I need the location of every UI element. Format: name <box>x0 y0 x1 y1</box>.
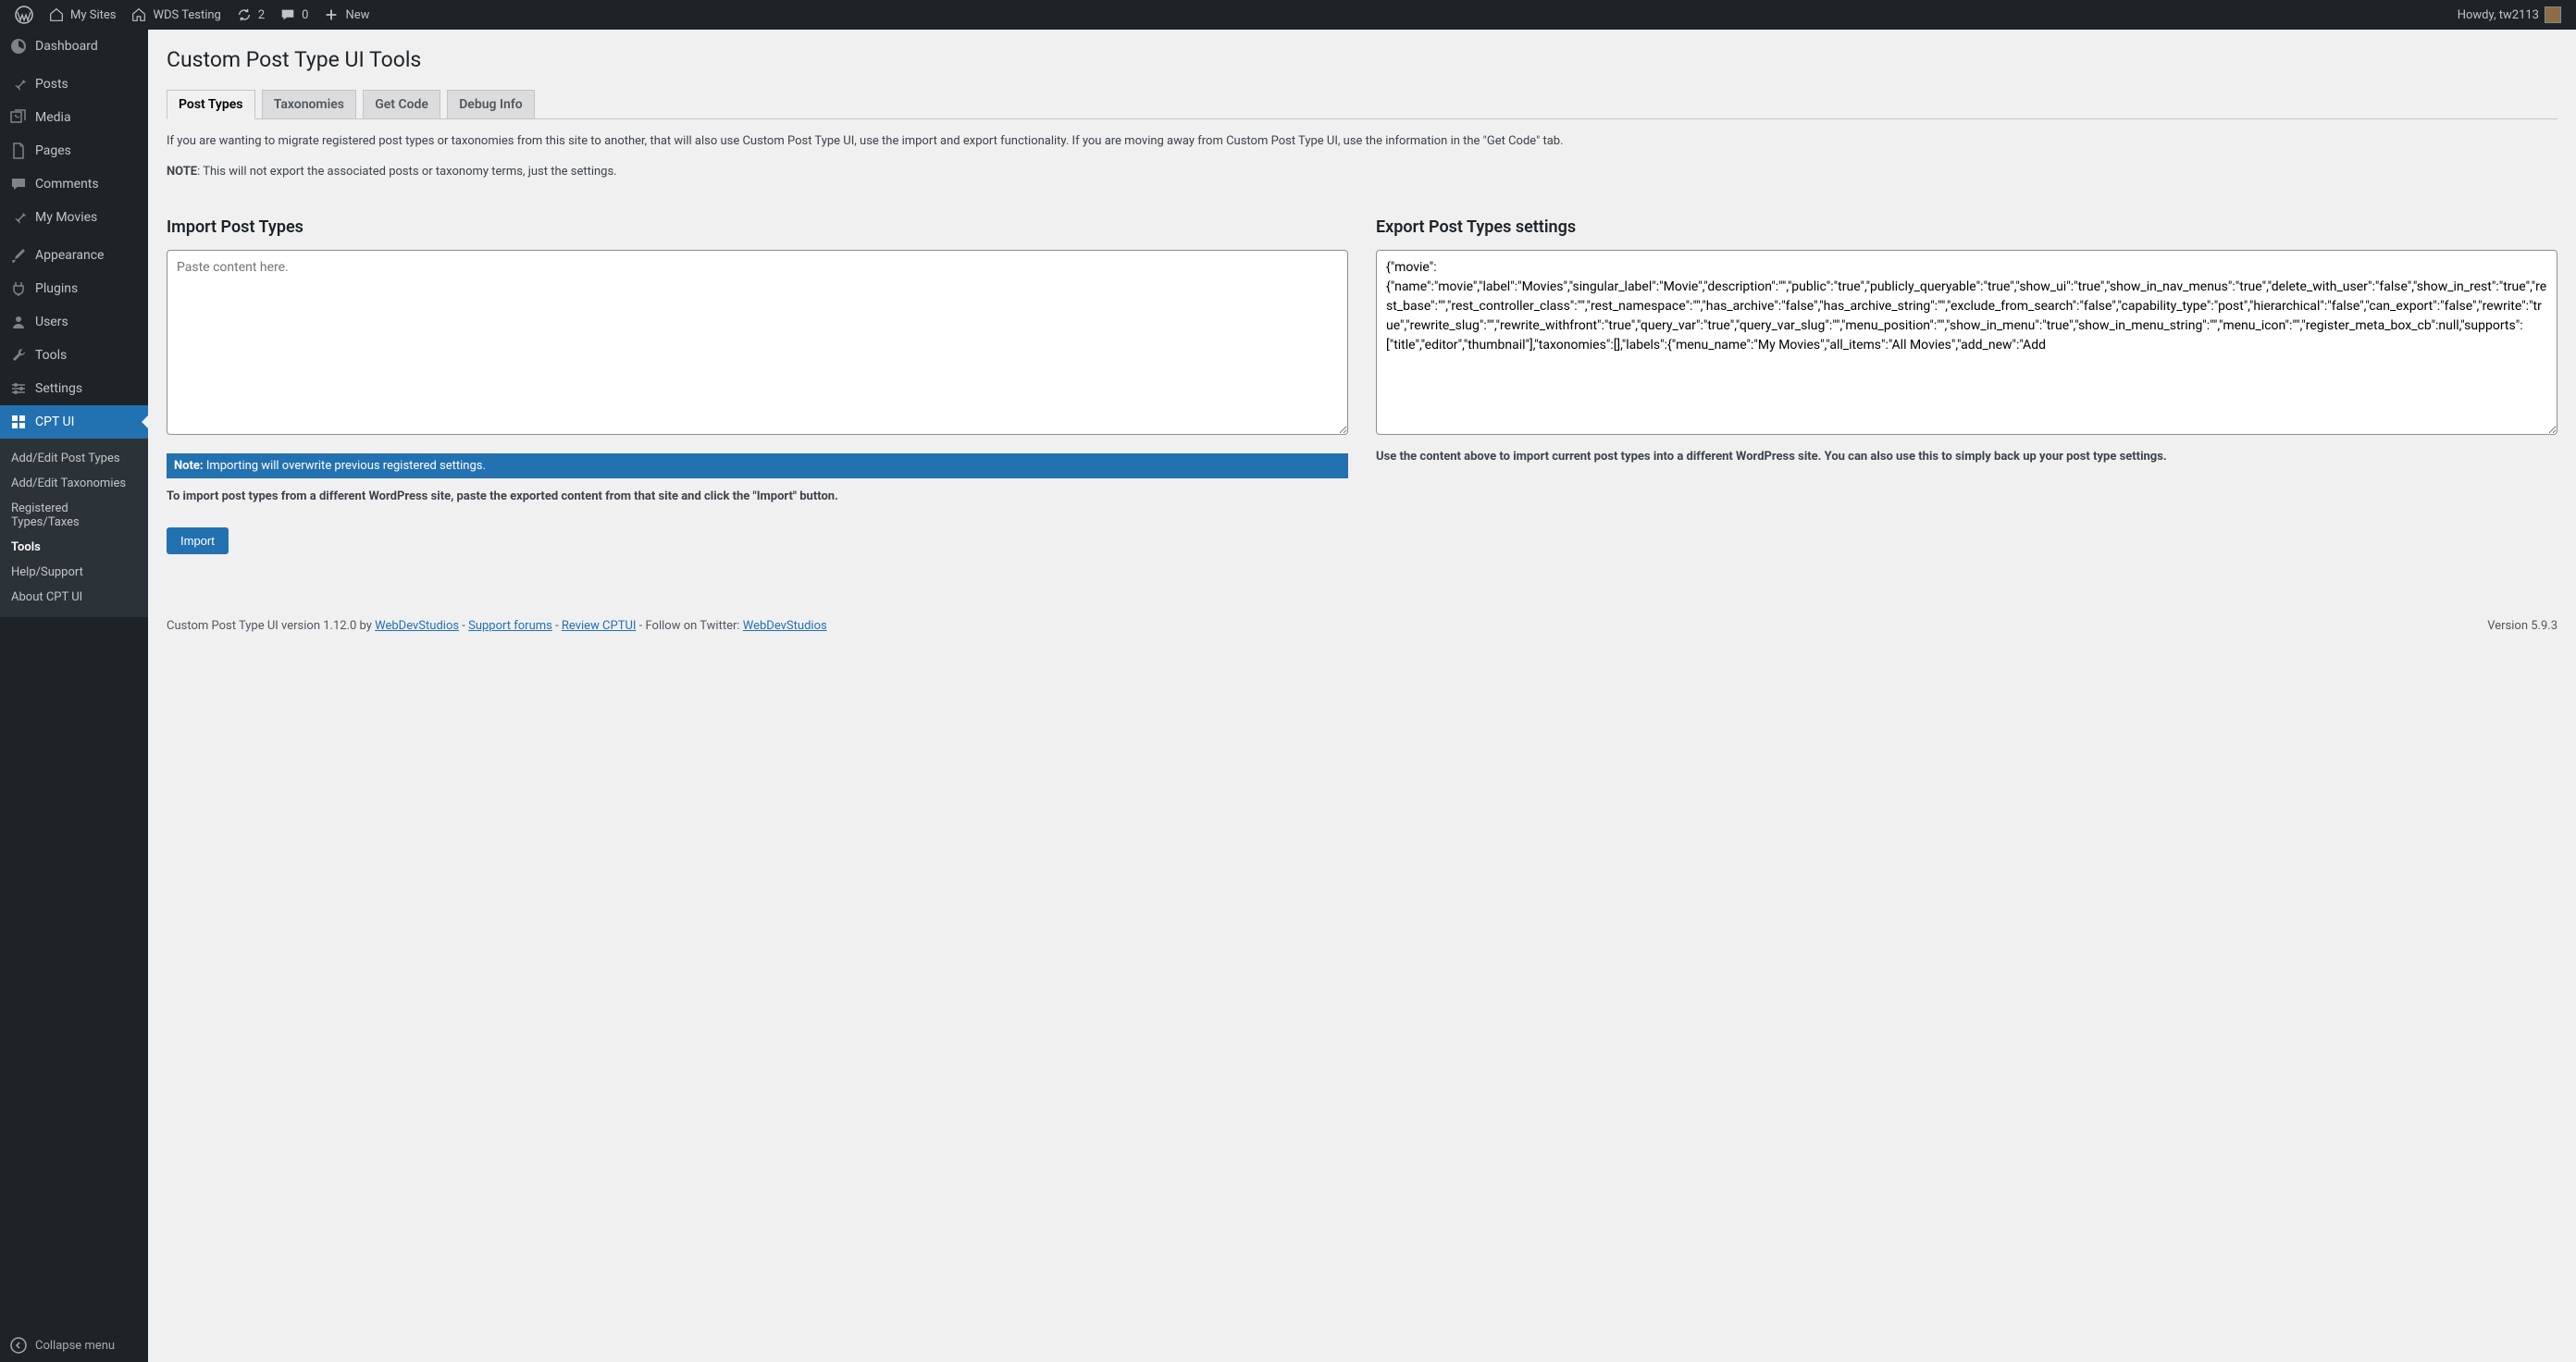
tab-taxonomies[interactable]: Taxonomies <box>262 90 356 118</box>
admin-sidebar: Dashboard Posts Media Pages Comments My … <box>0 30 148 1362</box>
site-name[interactable]: WDS Testing <box>123 0 228 30</box>
menu-cpt-ui[interactable]: CPT UI <box>0 405 148 439</box>
home-icon <box>130 6 147 23</box>
nav-tabs: Post Types Taxonomies Get Code Debug Inf… <box>167 89 2557 119</box>
comment-icon <box>279 6 296 23</box>
submenu-tools[interactable]: Tools <box>0 535 148 560</box>
footer-link-twitter[interactable]: WebDevStudios <box>743 619 827 633</box>
comments[interactable]: 0 <box>272 0 316 30</box>
menu-appearance[interactable]: Appearance <box>0 239 148 272</box>
comments-count: 0 <box>302 8 308 22</box>
menu-pages[interactable]: Pages <box>0 134 148 167</box>
export-column: Export Post Types settings {"movie":{"na… <box>1376 217 2557 554</box>
import-column: Import Post Types Note: Importing will o… <box>167 217 1348 554</box>
avatar <box>2545 6 2561 23</box>
my-sites[interactable]: My Sites <box>41 0 123 30</box>
updates[interactable]: 2 <box>229 0 272 30</box>
menu-settings[interactable]: Settings <box>0 372 148 405</box>
submenu-add-edit-post-types[interactable]: Add/Edit Post Types <box>0 446 148 471</box>
sites-icon <box>48 6 65 23</box>
menu-tools[interactable]: Tools <box>0 339 148 372</box>
collapse-menu[interactable]: Collapse menu <box>0 1329 148 1362</box>
menu-posts[interactable]: Posts <box>0 68 148 101</box>
tab-get-code[interactable]: Get Code <box>363 90 440 118</box>
plus-icon <box>323 6 340 23</box>
submenu-about[interactable]: About CPT UI <box>0 585 148 610</box>
import-help: To import post types from a different Wo… <box>167 488 1348 506</box>
import-notice: Note: Importing will overwrite previous … <box>167 453 1348 478</box>
page-icon <box>9 142 28 160</box>
footer-credits: Custom Post Type UI version 1.12.0 by We… <box>167 619 827 633</box>
submenu-add-edit-taxonomies[interactable]: Add/Edit Taxonomies <box>0 471 148 496</box>
plug-icon <box>9 279 28 298</box>
menu-dashboard[interactable]: Dashboard <box>0 30 148 63</box>
brush-icon <box>9 246 28 265</box>
footer-version: Version 5.9.3 <box>2487 619 2557 633</box>
howdy-text: Howdy, tw2113 <box>2458 8 2539 22</box>
content-area: Custom Post Type UI Tools Post Types Tax… <box>148 30 2576 1362</box>
page-title: Custom Post Type UI Tools <box>167 39 2557 76</box>
my-sites-label: My Sites <box>70 8 116 22</box>
site-name-label: WDS Testing <box>153 8 220 22</box>
footer: Custom Post Type UI version 1.12.0 by We… <box>167 601 2557 633</box>
footer-link-support[interactable]: Support forums <box>468 619 552 633</box>
submenu-registered[interactable]: Registered Types/Taxes <box>0 496 148 535</box>
intro-text: If you are wanting to migrate registered… <box>167 132 2557 151</box>
howdy[interactable]: Howdy, tw2113 <box>2450 0 2569 30</box>
menu-plugins[interactable]: Plugins <box>0 272 148 305</box>
user-icon <box>9 313 28 331</box>
import-button[interactable]: Import <box>167 527 229 554</box>
export-textarea[interactable]: {"movie":{"name":"movie","label":"Movies… <box>1376 250 2557 435</box>
pin-icon <box>9 75 28 93</box>
submenu-help[interactable]: Help/Support <box>0 560 148 585</box>
wp-logo[interactable] <box>7 0 41 30</box>
note-text: NOTE: This will not export the associate… <box>167 163 2557 181</box>
export-help: Use the content above to import current … <box>1376 448 2557 466</box>
footer-link-review[interactable]: Review CPTUI <box>562 619 637 633</box>
wordpress-icon <box>15 6 33 24</box>
dashboard-icon <box>9 37 28 56</box>
menu-users[interactable]: Users <box>0 305 148 339</box>
import-heading: Import Post Types <box>167 217 1348 237</box>
new[interactable]: New <box>316 0 377 30</box>
footer-link-webdev[interactable]: WebDevStudios <box>375 619 459 633</box>
tab-debug-info[interactable]: Debug Info <box>447 90 535 118</box>
admin-toolbar: My Sites WDS Testing 2 0 New Howdy, tw21… <box>0 0 2576 30</box>
comment-icon <box>9 175 28 193</box>
media-icon <box>9 108 28 127</box>
updates-count: 2 <box>258 8 265 22</box>
menu-comments[interactable]: Comments <box>0 167 148 201</box>
wrench-icon <box>9 346 28 365</box>
submenu-cpt-ui: Add/Edit Post Types Add/Edit Taxonomies … <box>0 439 148 617</box>
import-textarea[interactable] <box>167 250 1348 435</box>
menu-media[interactable]: Media <box>0 101 148 134</box>
tab-post-types[interactable]: Post Types <box>167 90 255 119</box>
export-heading: Export Post Types settings <box>1376 217 2557 237</box>
collapse-icon <box>9 1336 28 1355</box>
new-label: New <box>345 8 369 22</box>
sliders-icon <box>9 379 28 398</box>
cpt-icon <box>9 413 28 431</box>
menu-my-movies[interactable]: My Movies <box>0 201 148 234</box>
pin-icon <box>9 208 28 227</box>
update-icon <box>236 6 253 23</box>
